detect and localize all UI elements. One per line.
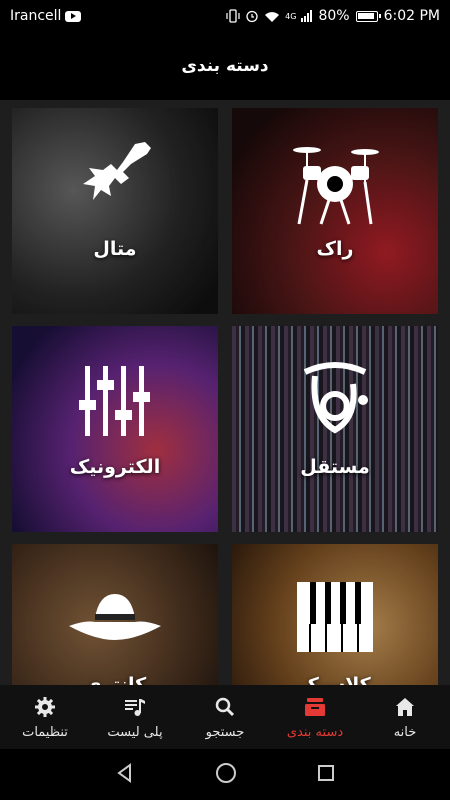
youtube-icon bbox=[65, 10, 82, 22]
clock: 6:02 PM bbox=[383, 8, 440, 24]
category-grid: متال راک الکترونیک مستقل کانتری کلاسیک bbox=[0, 100, 450, 685]
nav-search[interactable]: جستجو bbox=[180, 685, 270, 749]
page-title: دسته بندی bbox=[181, 56, 269, 76]
search-icon bbox=[215, 697, 235, 716]
nav-categories[interactable]: دسته بندی bbox=[270, 685, 360, 749]
category-label: راک bbox=[316, 238, 354, 260]
network-type: 4G bbox=[285, 11, 297, 21]
mixer-sliders-icon bbox=[79, 366, 150, 436]
nav-label: تنظیمات bbox=[22, 724, 68, 740]
recents-icon[interactable] bbox=[317, 764, 335, 786]
signal-icon bbox=[301, 10, 313, 22]
carrier-name: Irancell bbox=[10, 8, 62, 24]
nav-home[interactable]: خانه bbox=[360, 685, 450, 749]
battery-percent: 80% bbox=[318, 8, 350, 24]
nav-settings[interactable]: تنظیمات bbox=[0, 685, 90, 749]
piano-keys-icon bbox=[297, 582, 373, 652]
category-tile-electronic[interactable]: الکترونیک bbox=[12, 326, 218, 532]
category-tile-rock[interactable]: راک bbox=[232, 108, 438, 314]
bottom-navigation: خانه دسته بندی جستجو پلی لیست تنظیمات bbox=[0, 685, 450, 749]
category-label: الکترونیک bbox=[69, 456, 161, 478]
category-tile-country[interactable]: کانتری bbox=[12, 544, 218, 685]
nav-playlist[interactable]: پلی لیست bbox=[90, 685, 180, 749]
tuba-icon bbox=[303, 362, 368, 434]
electric-guitar-icon bbox=[83, 142, 151, 200]
category-label: کانتری bbox=[83, 674, 147, 685]
gear-icon bbox=[35, 696, 55, 717]
wifi-icon bbox=[265, 11, 280, 22]
nav-label: جستجو bbox=[205, 724, 245, 740]
category-label: کلاسیک bbox=[299, 674, 371, 685]
category-tile-indie[interactable]: مستقل bbox=[232, 326, 438, 532]
drum-kit-icon bbox=[293, 147, 379, 225]
playlist-icon bbox=[125, 698, 145, 716]
app-header: دسته بندی bbox=[0, 32, 450, 100]
status-bar: Irancell 4G 80% 6:02 PM bbox=[0, 0, 450, 32]
cowboy-hat-icon bbox=[69, 594, 161, 640]
category-label: مستقل bbox=[300, 456, 370, 478]
battery-icon bbox=[355, 10, 381, 22]
home-circle-icon[interactable] bbox=[215, 762, 237, 788]
category-label: متال bbox=[93, 238, 137, 260]
category-tile-classical[interactable]: کلاسیک bbox=[232, 544, 438, 685]
category-icon bbox=[305, 697, 325, 716]
nav-label: دسته بندی bbox=[286, 724, 344, 740]
category-tile-metal[interactable]: متال bbox=[12, 108, 218, 314]
nav-label: پلی لیست bbox=[107, 724, 163, 740]
status-right: 4G 80% 6:02 PM bbox=[226, 8, 440, 24]
home-icon bbox=[396, 697, 414, 716]
status-left: Irancell bbox=[10, 8, 82, 24]
back-icon[interactable] bbox=[115, 762, 135, 787]
alarm-icon bbox=[246, 10, 258, 23]
vibrate-icon bbox=[226, 9, 240, 23]
system-navigation-bar bbox=[0, 749, 450, 800]
nav-label: خانه bbox=[393, 724, 417, 740]
